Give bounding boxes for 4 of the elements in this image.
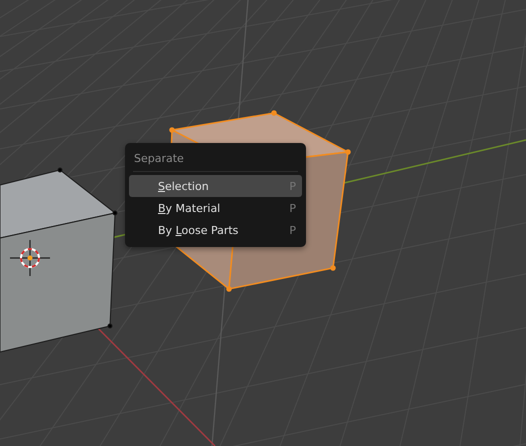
- menu-title: Separate: [133, 151, 185, 167]
- menu-item[interactable]: By Loose Parts P: [129, 219, 302, 241]
- 3d-cursor-icon: [9, 239, 51, 277]
- menu-item[interactable]: By Material P: [129, 197, 302, 219]
